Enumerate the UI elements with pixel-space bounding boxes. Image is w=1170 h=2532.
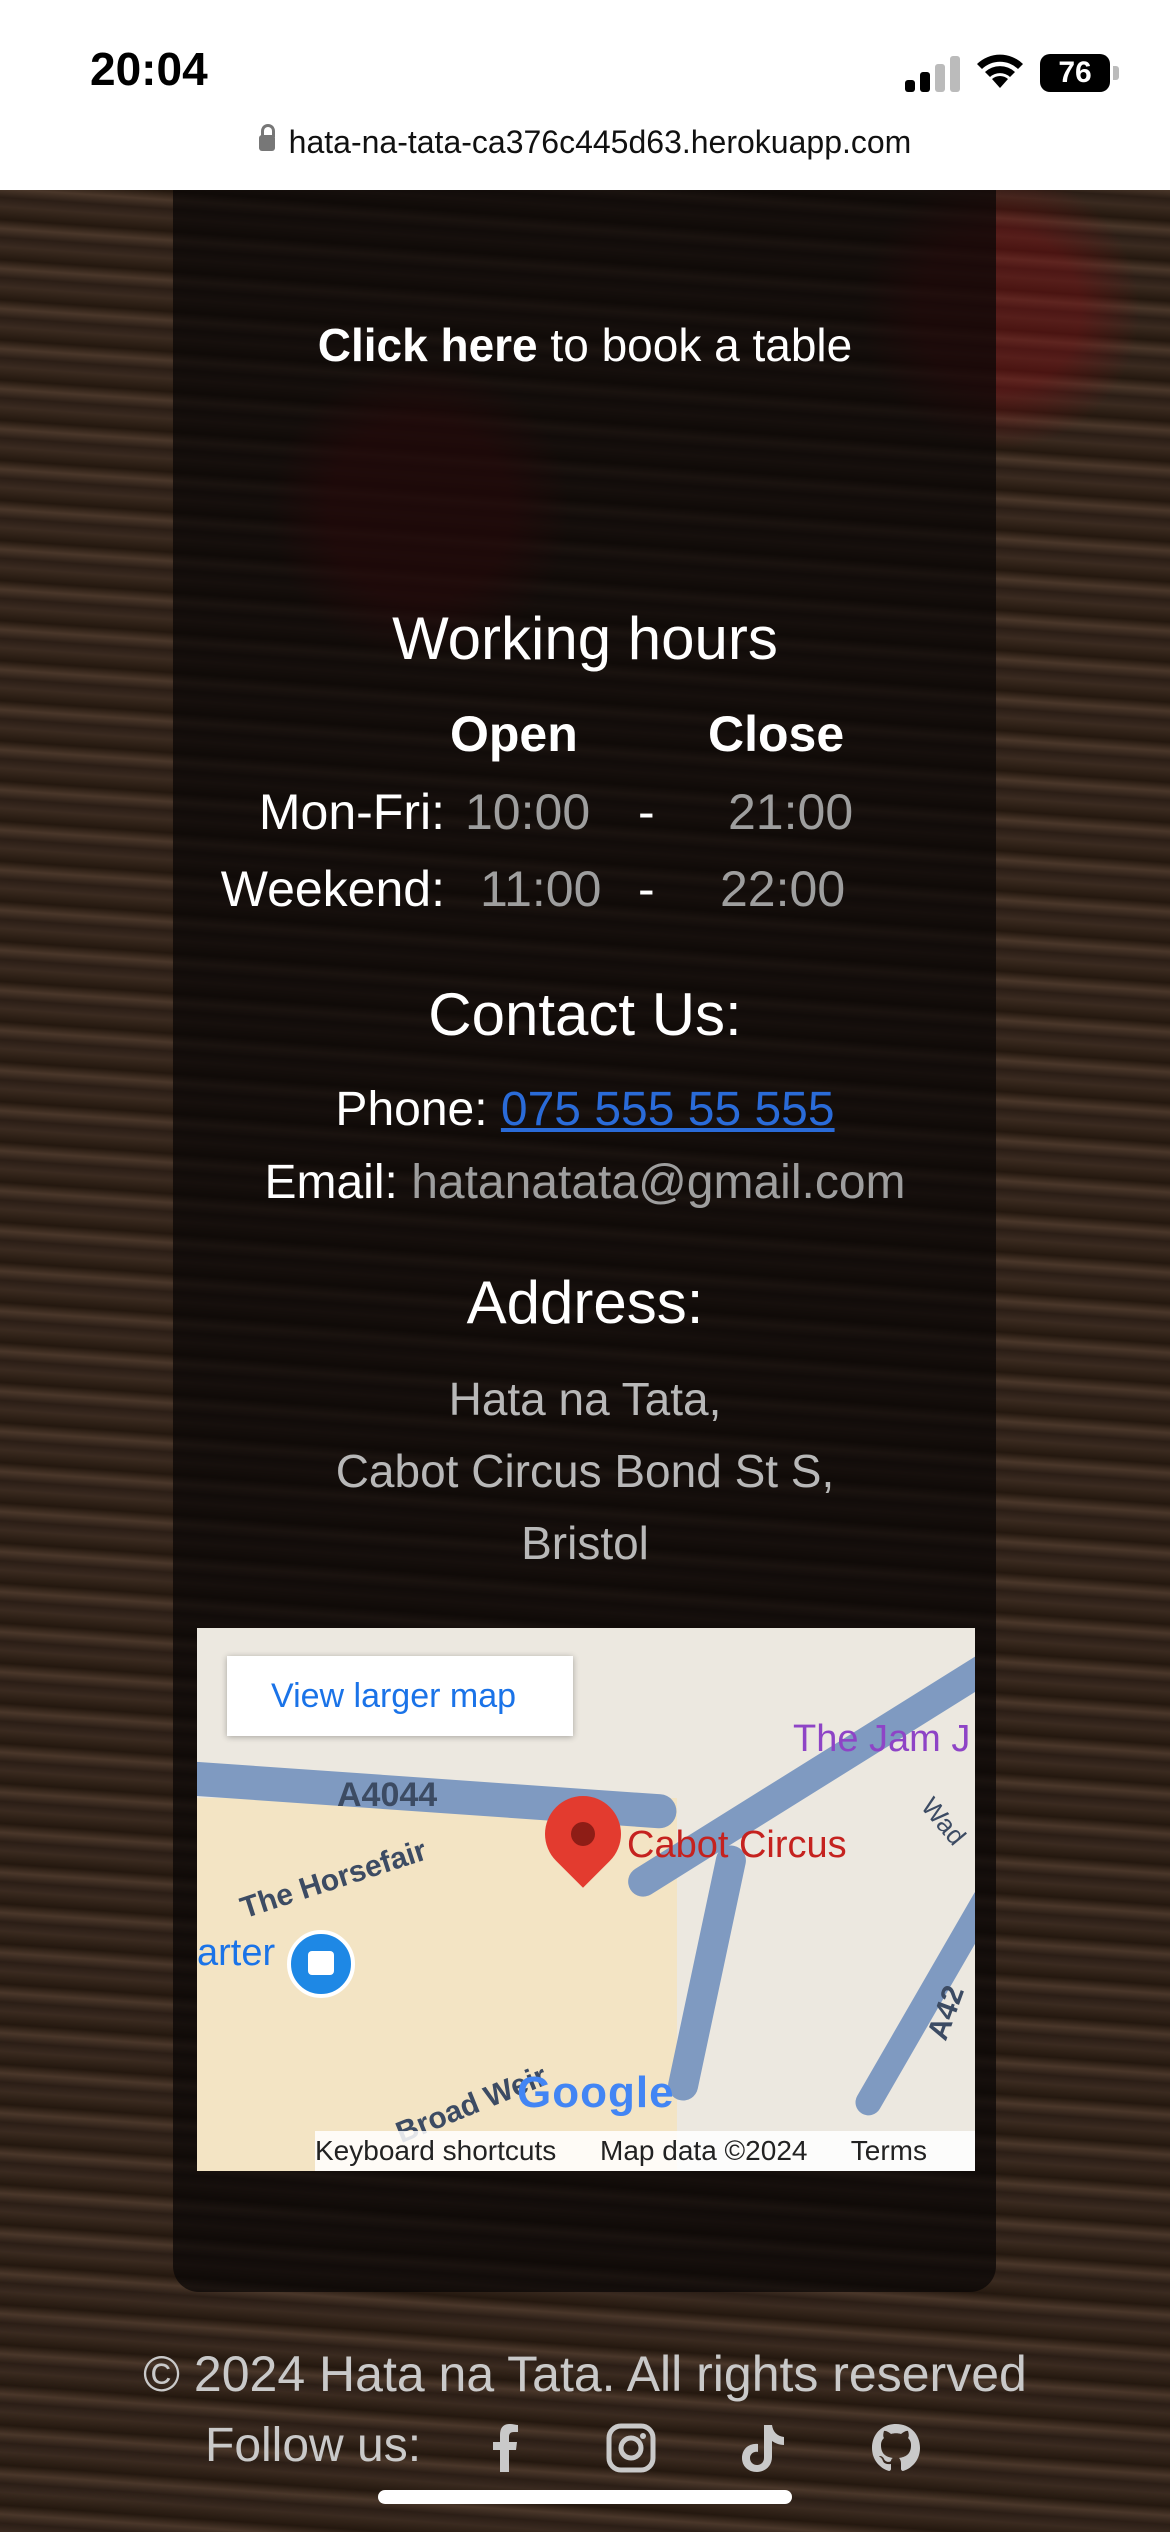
map-label-a4044: A4044 [337,1776,438,1814]
hours-dash: - [638,861,655,917]
google-logo: Google [517,2068,675,2118]
view-larger-map-button[interactable]: View larger map [227,1656,573,1736]
booking-line: Click here to book a table [0,318,1170,372]
map-footer: Keyboard shortcuts Map data ©2024 Terms [315,2131,975,2171]
github-icon[interactable] [868,2420,924,2476]
copyright-text: © 2024 Hata na Tata. All rights reserved [143,2346,1027,2402]
address-line: Hata na Tata, [448,1373,722,1425]
booking-text: to book a table [537,319,853,371]
hours-day: Weekend: [220,861,445,917]
address-line: Cabot Circus Bond St S, [335,1445,835,1497]
google-brand-text: Google [517,2068,675,2117]
phone-row: Phone: 075 555 55 555 [0,1082,1170,1137]
battery-cap [1113,66,1119,80]
working-hours-title: Working hours [392,605,778,672]
map-label-quarter: arter [197,1932,276,1974]
address-title: Address: [466,1269,704,1336]
shopping-bag-icon [287,1930,355,1998]
email-value: hatanatata@gmail.com [411,1156,906,1209]
contact-title: Contact Us: [428,981,742,1048]
phone-link[interactable]: 075 555 55 555 [501,1083,835,1136]
facebook-icon[interactable] [478,2420,534,2476]
hours-close: 22:00 [720,861,846,917]
address-line: Bristol [521,1517,649,1569]
phone-label: Phone: [335,1083,488,1136]
instagram-icon[interactable] [603,2420,659,2476]
hours-dash: - [638,784,655,840]
lock-icon [258,124,275,151]
hours-open: 10:00 [465,784,591,840]
email-row: Email: hatanatata@gmail.com [0,1155,1170,1210]
hours-close: 21:00 [728,784,854,840]
tiktok-icon[interactable] [734,2420,790,2476]
map-data-text: Map data ©2024 [600,2135,808,2166]
embedded-map[interactable]: View larger map A4044 The Horsefair Cabo… [197,1628,975,2171]
open-header: Open [450,706,578,762]
status-time: 20:04 [90,43,208,95]
status-bar: 20:04 76 hata-na-tata-ca376c445d63.herok… [0,0,1170,190]
map-road [665,1842,749,2104]
email-label: Email: [264,1156,398,1209]
keyboard-shortcuts-link[interactable]: Keyboard shortcuts [315,2135,556,2166]
map-label-jam: The Jam J [793,1718,971,1760]
map-label-wad: Wad [915,1791,972,1851]
book-table-link[interactable]: Click here [318,319,538,371]
wifi-icon [977,54,1023,88]
battery-icon: 76 [1040,54,1110,92]
close-header: Close [708,706,845,762]
follow-label: Follow us: [205,2419,422,2472]
cellular-signal-icon [905,52,961,92]
url-text: hata-na-tata-ca376c445d63.herokuapp.com [288,124,912,160]
address-bar[interactable]: hata-na-tata-ca376c445d63.herokuapp.com [0,124,1170,161]
hours-open: 11:00 [480,861,602,917]
hours-day: Mon-Fri: [258,784,445,840]
map-label-place: Cabot Circus [627,1824,847,1866]
home-indicator [378,2490,792,2504]
terms-link[interactable]: Terms [851,2135,927,2166]
